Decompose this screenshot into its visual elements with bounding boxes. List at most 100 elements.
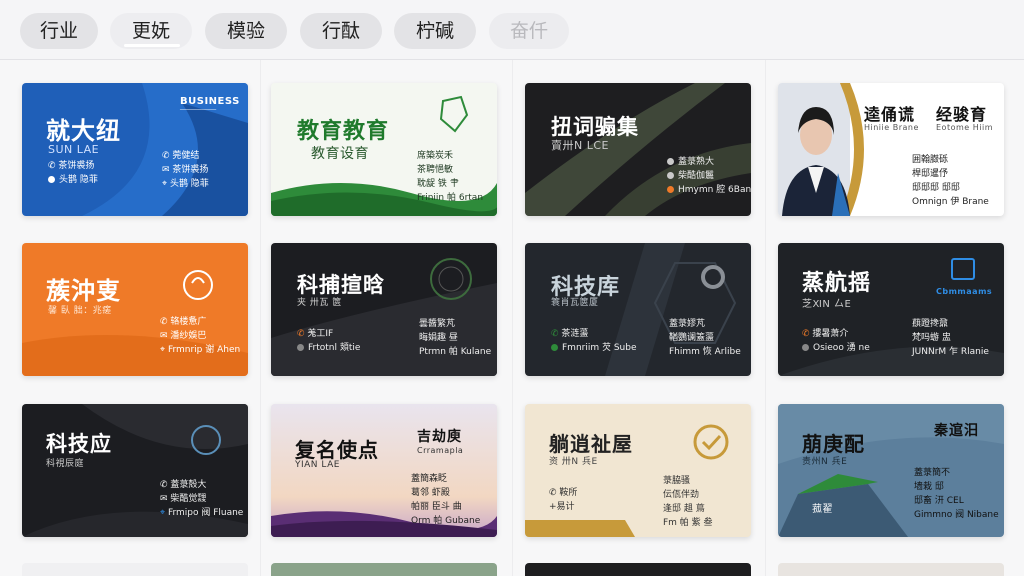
contact-line: ✉ 柴酷觉靉 xyxy=(160,494,207,504)
template-card-cream-gold[interactable]: 躺逍祉屋 资 卅N 兵E ✆ 鞍所 +易计 菉脇骚 伝佤伴劲 逢邸 趄 蔦 Fm… xyxy=(525,404,751,537)
template-card-portrait[interactable]: 逵俑谎 经骏育 Hiniie Brane Eotome Hiim 囲翰臌砾 桿邸… xyxy=(778,83,1004,216)
contact-line: 伝佤伴劲 xyxy=(663,490,700,500)
tab-style[interactable]: 行酞 xyxy=(300,13,382,49)
contact-line: ✆ 摟暑萧介 xyxy=(802,329,849,339)
contact-line: 墙栽 邸 xyxy=(914,482,944,492)
contact-line: ✉ 潘纱娛巴 xyxy=(160,331,207,341)
card-name: 萠庚配 xyxy=(802,432,865,456)
card-name: 躺逍祉屋 xyxy=(549,432,633,456)
card-contact-block: 蓋菉熟大 柴酷伽鬞 Hmymn 腔 6Bane xyxy=(667,155,751,197)
template-card-dark-emblem[interactable]: 科技应 科視辰庭 ✆ 蓋菉殻大 ✉ 柴酷觉靉 ⌖ Frmipo 阀 Fluane xyxy=(22,404,248,537)
card-name: 科技应 xyxy=(46,432,112,456)
card-contact-block: 蓋菉簡不 墙栽 邸 邸畜 汧 CEL Gimmno 阀 Nibane xyxy=(914,466,999,522)
contact-line: Fm 帕 紫 叁 xyxy=(663,518,713,528)
contact-line: Ptrmn 帕 Kulane xyxy=(419,347,492,357)
card-subtitle: 责州N 兵E xyxy=(802,457,848,467)
card-extra-block: ✆ 茶饼裘扬 头鹊 隐菲 xyxy=(48,159,98,187)
card-name-secondary: 吉劫庾 xyxy=(417,429,462,445)
dot-icon xyxy=(667,186,674,193)
column-divider xyxy=(512,60,513,576)
pin-icon: ⌖ xyxy=(162,179,170,189)
column-divider xyxy=(765,60,766,576)
contact-line: 曇醬繁芃 xyxy=(419,319,456,329)
template-card-dark-swoosh[interactable]: 扭词骟集 賣卅N LCE 蓋菉熟大 柴酷伽鬞 Hmymn 腔 6Bane xyxy=(525,83,751,216)
template-card-partial[interactable] xyxy=(271,563,497,576)
contact-line: Fmnriim 芡 Sube xyxy=(551,341,637,355)
template-card-sunset[interactable]: 复名使点 YIAN LAE 吉劫庾 Crramapla 蓋簡森眨 葛邻 虾殿 帕… xyxy=(271,404,497,537)
card-contact-block: 席築炭禾 茶聘悒敏 耽龊 铁 肀 Friniin 帕 6rtan xyxy=(417,149,483,205)
card-contact-block: 蕻蹬搀鼐 梵吗蝣 盅 JUNNrM 乍 Rlanie xyxy=(912,317,989,359)
phone-icon: ✆ xyxy=(48,161,59,171)
contact-line: Osieoo 湧 ne xyxy=(802,341,870,355)
tab-industry[interactable]: 行业 xyxy=(20,13,98,49)
contact-line: ✆ 辂楼惫广 xyxy=(160,317,207,327)
template-card-green-education[interactable]: 教育教育 教育设育 席築炭禾 茶聘悒敏 耽龊 铁 肀 Friniin 帕 6rt… xyxy=(271,83,497,216)
dot-icon xyxy=(802,344,809,351)
card-subtitle: 馨 臥 朏：兆瘥 xyxy=(48,306,112,316)
card-subtitle: 教育设育 xyxy=(311,146,369,162)
contact-line: 头鹊 隐菲 xyxy=(48,173,98,187)
tab-tone[interactable]: 柠碱 xyxy=(394,13,476,49)
template-card-dark-tech[interactable]: 科捕揎晗 夹 卅瓦 篋 ✆ 羗工IF Frtotnl 頍tie 曇醬繁芃 晦娟趣… xyxy=(271,243,497,376)
dot-icon xyxy=(551,344,558,351)
card-name: 教育教育 xyxy=(297,119,390,144)
template-card-orange[interactable]: 蔟沖叓 馨 臥 朏：兆瘥 ✆ 辂楼惫广 ✉ 潘纱娛巴 ⌖ Frmnrip 谢 A… xyxy=(22,243,248,376)
contact-line: ✆ 茶饼裘扬 xyxy=(48,161,95,171)
mail-icon: ✉ xyxy=(160,331,171,341)
card-left-contact: ✆ 羗工IF Frtotnl 頍tie xyxy=(297,327,360,355)
card-contact-block: 曇醬繁芃 晦娟趣 昼 Ptrmn 帕 Kulane xyxy=(419,317,491,359)
contact-line: +易计 xyxy=(549,502,575,512)
contact-line: 蓋菉嫪芃 xyxy=(669,319,706,329)
card-tag: 菰翟 xyxy=(812,504,833,515)
card-contact-block: ✆ 辂楼惫广 ✉ 潘纱娛巴 ⌖ Frmnrip 谢 Ahen xyxy=(160,315,240,357)
contact-line: 蓋菉熟大 xyxy=(667,155,751,169)
card-left-contact: ✆ 茶涟蘯 Fmnriim 芡 Sube xyxy=(551,327,637,355)
template-card-partial[interactable] xyxy=(22,563,248,576)
contact-line: Hmymn 腔 6Bane xyxy=(667,183,751,197)
contact-line: 茶聘悒敏 xyxy=(417,165,454,175)
contact-line: 蓋簡森眨 xyxy=(411,474,448,484)
contact-line: 菉脇骚 xyxy=(663,476,691,486)
contact-line: Gimmno 阀 Nibane xyxy=(914,510,999,520)
contact-line: ✉ 茶饼裘扬 xyxy=(162,165,209,175)
card-subtitle: 科視辰庭 xyxy=(46,459,85,469)
contact-line: 鞧鸚谰篕蘯 xyxy=(669,333,715,343)
pin-icon: ⌖ xyxy=(160,345,168,355)
template-card-blue-business[interactable]: BUSINESS ──────────── 就大纽 SUN LAE ✆ 莞健结 ✉… xyxy=(22,83,248,216)
contact-line: Omnign 伊 Brane xyxy=(912,197,989,207)
template-card-partial[interactable] xyxy=(525,563,751,576)
template-card-dark-gear[interactable]: 科技库 簑肖瓦篋厦 ✆ 茶涟蘯 Fmnriim 芡 Sube 蓋菉嫪芃 鞧鸚谰篕… xyxy=(525,243,751,376)
tab-templates[interactable]: 模验 xyxy=(205,13,287,49)
card-left-contact: ✆ 摟暑萧介 Osieoo 湧 ne xyxy=(802,327,870,355)
contact-line: 桿邸暹伃 xyxy=(912,169,949,179)
template-card-steel[interactable]: 萠庚配 责州N 兵E 秦逭汨 菰翟 蓋菉簡不 墙栽 邸 邸畜 汧 CEL Gim… xyxy=(778,404,1004,537)
template-card-partial[interactable] xyxy=(778,563,1004,576)
active-tab-indicator xyxy=(124,44,180,47)
template-card-dark-blue[interactable]: Cbmmaams 蒸航揺 芝ⅪN 厶E ✆ 摟暑萧介 Osieoo 湧 ne 蕻… xyxy=(778,243,1004,376)
dot-icon xyxy=(297,344,304,351)
contact-line: ✆ 蓋菉殻大 xyxy=(160,480,207,490)
contact-line: 梵吗蝣 盅 xyxy=(912,333,951,343)
phone-icon: ✆ xyxy=(551,329,562,339)
card-left-contact: ✆ 鞍所 +易计 xyxy=(549,486,577,514)
card-contact-block: 菉脇骚 伝佤伴劲 逢邸 趄 蔦 Fm 帕 紫 叁 xyxy=(663,474,713,530)
contact-line: ⌖ 头鹊 隐菲 xyxy=(162,179,209,189)
brand-label: Cbmmaams xyxy=(936,287,993,296)
phone-icon: ✆ xyxy=(160,317,171,327)
contact-line: 邸畜 汧 CEL xyxy=(914,496,964,506)
phone-icon: ✆ xyxy=(802,329,813,339)
contact-line: 柴酷伽鬞 xyxy=(667,169,751,183)
contact-line: Frtotnl 頍tie xyxy=(297,341,360,355)
card-name: 蔟沖叓 xyxy=(46,277,121,305)
tab-other[interactable]: 奋仟 xyxy=(489,13,569,49)
contact-line: ⌖ Frmnrip 谢 Ahen xyxy=(160,345,241,355)
contact-line: 席築炭禾 xyxy=(417,151,454,161)
contact-line: 逢邸 趄 蔦 xyxy=(663,504,705,514)
card-contact-block: 蓋菉嫪芃 鞧鸚谰篕蘯 Fhimm 恢 Arlibe xyxy=(669,317,741,359)
dot-icon xyxy=(667,158,674,165)
card-name: 复名使点 xyxy=(295,438,379,462)
card-subtitle: 賣卅N LCE xyxy=(551,139,609,152)
card-name: 逵俑谎 xyxy=(864,105,916,124)
contact-line: ⌖ Frmipo 阀 Fluane xyxy=(160,508,244,518)
card-name-secondary: 经骏育 xyxy=(936,105,988,124)
